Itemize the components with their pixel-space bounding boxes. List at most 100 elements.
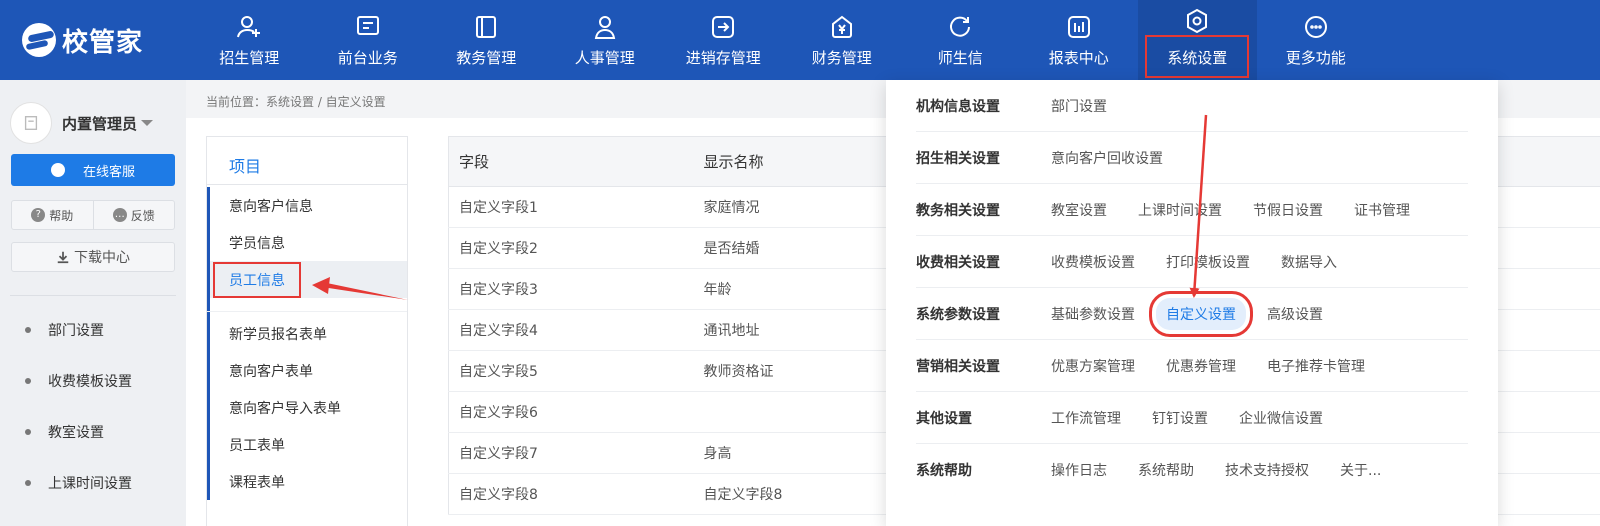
- nav-item-4[interactable]: 进销存管理: [664, 0, 783, 80]
- menu-item[interactable]: 工作流管理: [1051, 408, 1121, 428]
- chat-bubble-icon: …: [112, 208, 127, 222]
- menu-group-title: 招生相关设置: [916, 150, 1000, 167]
- online-service-button[interactable]: 在线客服: [11, 154, 175, 186]
- report-icon: [1065, 13, 1093, 41]
- quick-link-item[interactable]: 收费模板设置: [0, 355, 186, 406]
- main-nav: 招生管理 前台业务 教务管理 人事管理 进销存管理 财务管理 师生信 报表中心 系统设置 更多功能: [190, 0, 1375, 80]
- nav-item-6[interactable]: 师生信: [901, 0, 1020, 80]
- menu-group: 系统参数设置 基础参数设置 自定义设置 高级设置: [916, 288, 1468, 340]
- divider: [10, 295, 176, 296]
- menu-item[interactable]: 钉钉设置: [1152, 408, 1208, 428]
- nav-item-1[interactable]: 前台业务: [309, 0, 428, 80]
- feedback-label: 反馈: [130, 208, 155, 223]
- feedback-button[interactable]: … 反馈: [92, 201, 175, 229]
- project-list-item[interactable]: 员工信息: [210, 261, 407, 298]
- help-label: 帮助: [49, 208, 74, 223]
- user-icon: [24, 116, 38, 130]
- menu-item[interactable]: 高级设置: [1267, 304, 1323, 324]
- menu-group: 系统帮助 操作日志 系统帮助 技术支持授权 关于...: [916, 444, 1468, 496]
- field-cell: 自定义字段4: [448, 309, 694, 351]
- help-feedback-row: ? 帮助 … 反馈: [11, 200, 175, 230]
- project-panel-title: 项目: [207, 137, 407, 185]
- book-icon: [472, 13, 500, 41]
- menu-links: 操作日志 系统帮助 技术支持授权 关于...: [1051, 460, 1412, 480]
- quick-link-item[interactable]: 教室设置: [0, 406, 186, 457]
- quick-link-item[interactable]: 上课时间设置: [0, 457, 186, 508]
- nav-item-9[interactable]: 更多功能: [1257, 0, 1376, 80]
- menu-group-title: 其他设置: [916, 410, 972, 427]
- nav-item-label: 报表中心: [1048, 48, 1109, 67]
- nav-item-8[interactable]: 系统设置: [1138, 0, 1257, 80]
- download-center-label: 下载中心: [74, 250, 130, 266]
- field-cell: 自定义字段7: [448, 432, 694, 474]
- menu-item[interactable]: 部门设置: [1051, 96, 1107, 116]
- menu-item[interactable]: 打印模板设置: [1166, 252, 1250, 272]
- help-button[interactable]: ? 帮助: [12, 201, 93, 229]
- yen-bag-icon: [828, 13, 856, 41]
- nav-item-label: 人事管理: [574, 48, 635, 67]
- nav-item-5[interactable]: 财务管理: [783, 0, 902, 80]
- nav-item-7[interactable]: 报表中心: [1020, 0, 1139, 80]
- project-list-label: 意向客户信息: [229, 198, 313, 215]
- project-panel: 项目 意向客户信息学员信息 员工信息新学员报名表单 意向客户表单 意向客户导入表单 员工…: [206, 136, 408, 526]
- quick-link-item[interactable]: 部门设置: [0, 304, 186, 355]
- nav-item-label: 教务管理: [456, 48, 517, 67]
- export-icon: [709, 13, 737, 41]
- menu-item[interactable]: 证书管理: [1354, 200, 1410, 220]
- menu-group: 收费相关设置 收费模板设置 打印模板设置 数据导入: [916, 236, 1468, 288]
- menu-links: 意向客户回收设置: [1051, 148, 1194, 168]
- menu-item[interactable]: 教室设置: [1051, 200, 1107, 220]
- menu-item[interactable]: 上课时间设置: [1138, 200, 1222, 220]
- menu-links: 教室设置 上课时间设置 节假日设置 证书管理: [1051, 200, 1441, 220]
- menu-item[interactable]: 优惠方案管理: [1051, 356, 1135, 376]
- menu-item[interactable]: 优惠券管理: [1166, 356, 1236, 376]
- menu-group: 营销相关设置 优惠方案管理 优惠券管理 电子推荐卡管理: [916, 340, 1468, 392]
- nav-item-label: 系统设置: [1145, 34, 1250, 78]
- menu-item[interactable]: 关于...: [1340, 460, 1381, 480]
- project-list-item[interactable]: 意向客户信息: [210, 187, 407, 224]
- menu-links: 收费模板设置 打印模板设置 数据导入: [1051, 252, 1368, 272]
- menu-item[interactable]: 数据导入: [1281, 252, 1337, 272]
- menu-item-custom-settings[interactable]: 自定义设置: [1149, 290, 1253, 337]
- project-list-item[interactable]: 意向客户导入表单: [210, 389, 407, 426]
- download-center-button[interactable]: 下载中心: [11, 242, 175, 272]
- menu-links: 部门设置: [1051, 96, 1138, 116]
- field-cell: 自定义字段2: [448, 227, 694, 269]
- menu-item[interactable]: 系统帮助: [1138, 460, 1194, 480]
- nav-item-3[interactable]: 人事管理: [546, 0, 665, 80]
- more-icon: [1302, 13, 1330, 41]
- menu-item[interactable]: 节假日设置: [1253, 200, 1323, 220]
- nav-item-label: 进销存管理: [685, 48, 761, 67]
- menu-item[interactable]: 企业微信设置: [1239, 408, 1323, 428]
- user-menu[interactable]: 内置管理员: [0, 80, 186, 148]
- project-list-item[interactable]: 员工表单: [210, 426, 407, 463]
- menu-item[interactable]: 收费模板设置: [1051, 252, 1135, 272]
- nav-item-label: 招生管理: [219, 48, 280, 67]
- project-list-item[interactable]: 意向客户表单: [210, 352, 407, 389]
- menu-group-title: 系统帮助: [916, 463, 972, 479]
- nav-item-2[interactable]: 教务管理: [427, 0, 546, 80]
- menu-links: 基础参数设置 自定义设置 高级设置: [1051, 290, 1354, 337]
- menu-item[interactable]: 技术支持授权: [1225, 460, 1309, 480]
- menu-item[interactable]: 电子推荐卡管理: [1267, 356, 1365, 376]
- nav-item-label: 财务管理: [811, 48, 872, 67]
- project-list-label: 员工信息: [213, 261, 301, 298]
- menu-group-title: 收费相关设置: [916, 254, 1000, 271]
- quick-links: 部门设置 收费模板设置 教室设置 上课时间设置: [0, 304, 186, 508]
- menu-item[interactable]: 基础参数设置: [1051, 304, 1135, 324]
- logo-text: 校管家: [62, 27, 144, 58]
- divider: [207, 298, 407, 312]
- menu-item[interactable]: 操作日志: [1051, 460, 1107, 480]
- project-list-item[interactable]: 课程表单: [210, 463, 407, 500]
- menu-group-title: 系统参数设置: [916, 306, 1000, 323]
- menu-item[interactable]: 意向客户回收设置: [1051, 148, 1163, 168]
- project-list-item[interactable]: 新学员报名表单: [210, 315, 407, 352]
- project-list-item[interactable]: 学员信息: [210, 224, 407, 261]
- menu-group: 招生相关设置 意向客户回收设置: [916, 132, 1468, 184]
- app-logo[interactable]: 校管家: [0, 0, 190, 80]
- nav-item-0[interactable]: 招生管理: [190, 0, 309, 80]
- nav-item-label: 前台业务: [337, 48, 398, 67]
- field-cell: 自定义字段5: [448, 350, 694, 392]
- person-icon: [591, 13, 619, 41]
- nav-item-label: 师生信: [937, 48, 983, 67]
